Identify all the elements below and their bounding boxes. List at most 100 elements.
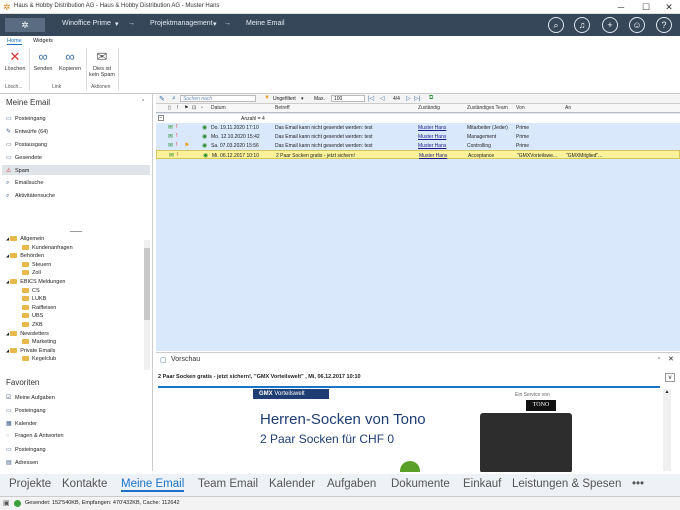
next-page-icon[interactable]: ▷: [406, 95, 411, 102]
module-tab[interactable]: Aufgaben: [327, 478, 376, 490]
tree-folder[interactable]: ◢ Newsletters: [6, 331, 49, 337]
favorite-faq[interactable]: ◌ Fragen & Antworten: [6, 433, 64, 439]
module-tab[interactable]: Team Email: [198, 478, 258, 490]
importance-col-icon[interactable]: !: [177, 105, 178, 111]
tree-folder[interactable]: ◢ EBICS Meldungen: [6, 279, 65, 285]
pin-icon[interactable]: ▫: [658, 356, 660, 362]
column-header-team[interactable]: Zuständiges Team: [467, 105, 508, 111]
tab-home[interactable]: Home: [7, 38, 22, 45]
count-label: Anzahl = 4: [241, 115, 265, 122]
flag-col-icon[interactable]: ⚑: [184, 105, 188, 111]
mail-folder-spam[interactable]: ⚠ Spam: [2, 165, 150, 175]
last-page-icon[interactable]: ▷|: [414, 95, 420, 102]
breadcrumb-app[interactable]: Winoffice Prime: [62, 20, 111, 27]
search-icon[interactable]: ⌕: [548, 17, 564, 33]
column-header-to[interactable]: An: [565, 105, 571, 111]
tree-folder[interactable]: ◢ Private Emails: [6, 348, 55, 354]
favorite-my-tasks[interactable]: ☑ Meine Aufgaben: [6, 394, 55, 401]
row-owner[interactable]: Muster Hans: [418, 143, 463, 149]
column-header-date[interactable]: Datum: [211, 105, 226, 111]
tree-folder[interactable]: ◢ Behörden: [6, 253, 44, 259]
bell-icon[interactable]: ♫: [574, 17, 590, 33]
close-icon[interactable]: ✕: [668, 355, 674, 363]
app-menu-icon[interactable]: ✲: [5, 18, 45, 32]
copy-label: Kopieren: [58, 66, 82, 72]
search-input[interactable]: Suchen nach: [180, 95, 256, 102]
not-spam-button[interactable]: ✉ Dies ist kein Spam: [89, 48, 115, 78]
module-tab[interactable]: Einkauf: [463, 478, 501, 490]
activity-search[interactable]: ⌕ Aktivitätensuche: [6, 193, 55, 200]
mail-folder-inbox[interactable]: ▭ Posteingang: [6, 115, 46, 122]
column-header-owner[interactable]: Zuständig: [418, 105, 440, 111]
prev-page-icon[interactable]: ◁: [380, 95, 385, 102]
favorite-addresses[interactable]: ▤ Adressen: [6, 459, 38, 466]
tree-folder-label: Kundenanfragen: [32, 244, 73, 251]
preview-scrollbar[interactable]: ▲: [663, 389, 671, 471]
column-header-subject[interactable]: Betreff: [275, 105, 290, 111]
add-icon[interactable]: +: [602, 17, 618, 33]
module-tab[interactable]: Kalender: [269, 478, 315, 490]
mail-folder-outbox[interactable]: ▭ Postausgang: [6, 141, 47, 148]
more-icon[interactable]: •••: [632, 478, 644, 490]
pin-icon[interactable]: ▫: [142, 98, 144, 104]
splitter-handle[interactable]: [70, 231, 82, 232]
filter-icon: ▼: [264, 95, 270, 101]
tree-folder[interactable]: UBS: [22, 313, 43, 319]
table-row[interactable]: ✉! ◉ Mi. 06.12.2017 10:10 2 Paar Socken gra…: [156, 150, 680, 159]
user-icon[interactable]: ☺: [629, 17, 645, 33]
close-button[interactable]: ✕: [658, 0, 680, 14]
promo-subline: 2 Paar Socken für CHF 0: [260, 432, 395, 446]
copy-button[interactable]: ∞ Kopieren: [57, 48, 83, 72]
breadcrumb-page[interactable]: Meine Email: [246, 20, 285, 27]
column-header-from[interactable]: Von: [516, 105, 525, 111]
email-search[interactable]: ⌕ Emailsuche: [6, 180, 43, 187]
edit-icon[interactable]: ✎: [159, 95, 165, 103]
max-select[interactable]: 100: [331, 95, 365, 102]
export-icon[interactable]: ⧉: [429, 95, 433, 102]
help-icon[interactable]: ?: [656, 17, 672, 33]
badge-shape: [400, 461, 420, 472]
tree-folder[interactable]: Zoll: [22, 270, 41, 276]
status-col-icon[interactable]: ◔: [200, 105, 203, 111]
attachment-col-icon[interactable]: ▯: [168, 105, 171, 111]
mail-folder-drafts[interactable]: ✎ Entwürfe (64): [6, 128, 48, 135]
folder-icon: [10, 279, 18, 285]
tree-folder[interactable]: LUKB: [22, 296, 46, 302]
row-owner[interactable]: Muster Hans: [419, 153, 464, 159]
first-page-icon[interactable]: |◁: [368, 95, 374, 102]
module-tab[interactable]: Meine Email: [121, 478, 185, 492]
favorite-calendar[interactable]: ▦ Kalender: [6, 420, 37, 427]
tree-scrollbar[interactable]: [144, 240, 150, 370]
maximize-button[interactable]: ☐: [635, 0, 657, 14]
module-tab[interactable]: Leistungen & Spesen: [512, 478, 621, 490]
status-dot-icon: [14, 500, 21, 507]
send-button[interactable]: ∞ Senden: [32, 48, 54, 72]
collapse-icon[interactable]: −: [158, 115, 164, 121]
row-owner[interactable]: Muster Hans: [418, 134, 463, 140]
filter-dropdown[interactable]: Ungefiltert: [273, 96, 296, 102]
delete-button[interactable]: ✕ Löschen: [4, 48, 26, 72]
tree-folder[interactable]: Kundenanfragen: [22, 245, 73, 251]
tab-widgets[interactable]: Widgets: [33, 38, 53, 44]
table-row[interactable]: ✉! ◉ Mo. 12.10.2020 15:42 Das Email kann ni…: [156, 132, 680, 141]
favorite-inbox[interactable]: ▭ Posteingang: [6, 407, 46, 414]
module-tab[interactable]: Kontakte: [62, 478, 107, 490]
tree-folder[interactable]: CS: [22, 288, 40, 294]
table-row[interactable]: ✉! ⚑ ◉ Sa. 07.03.2020 15:56 Das Email kann n…: [156, 141, 680, 150]
tree-folder[interactable]: Kegelclub: [22, 356, 56, 362]
minimize-button[interactable]: ─: [610, 0, 632, 14]
mail-folder-sent[interactable]: ▭ Gesendete: [6, 154, 42, 161]
tree-folder[interactable]: Raiffeisen: [22, 305, 56, 311]
table-row[interactable]: ✉! ◉ Do. 19.11.2020 17:10 Das Email kann ni…: [156, 123, 680, 132]
tree-folder[interactable]: ◢ Allgemein: [6, 236, 44, 242]
tree-folder[interactable]: Marketing: [22, 339, 56, 345]
module-tab[interactable]: Dokumente: [391, 478, 450, 490]
favorite-inbox-2[interactable]: ▭ Posteingang: [6, 446, 46, 453]
tree-folder[interactable]: Steuern: [22, 262, 51, 268]
breadcrumb-module[interactable]: Projektmanagement: [150, 20, 213, 27]
expand-button[interactable]: v: [665, 373, 675, 382]
module-tab[interactable]: Projekte: [9, 478, 51, 490]
row-owner[interactable]: Muster Hans: [418, 125, 463, 131]
tree-folder[interactable]: ZKB: [22, 322, 43, 328]
lock-col-icon[interactable]: ⊡: [192, 105, 196, 111]
